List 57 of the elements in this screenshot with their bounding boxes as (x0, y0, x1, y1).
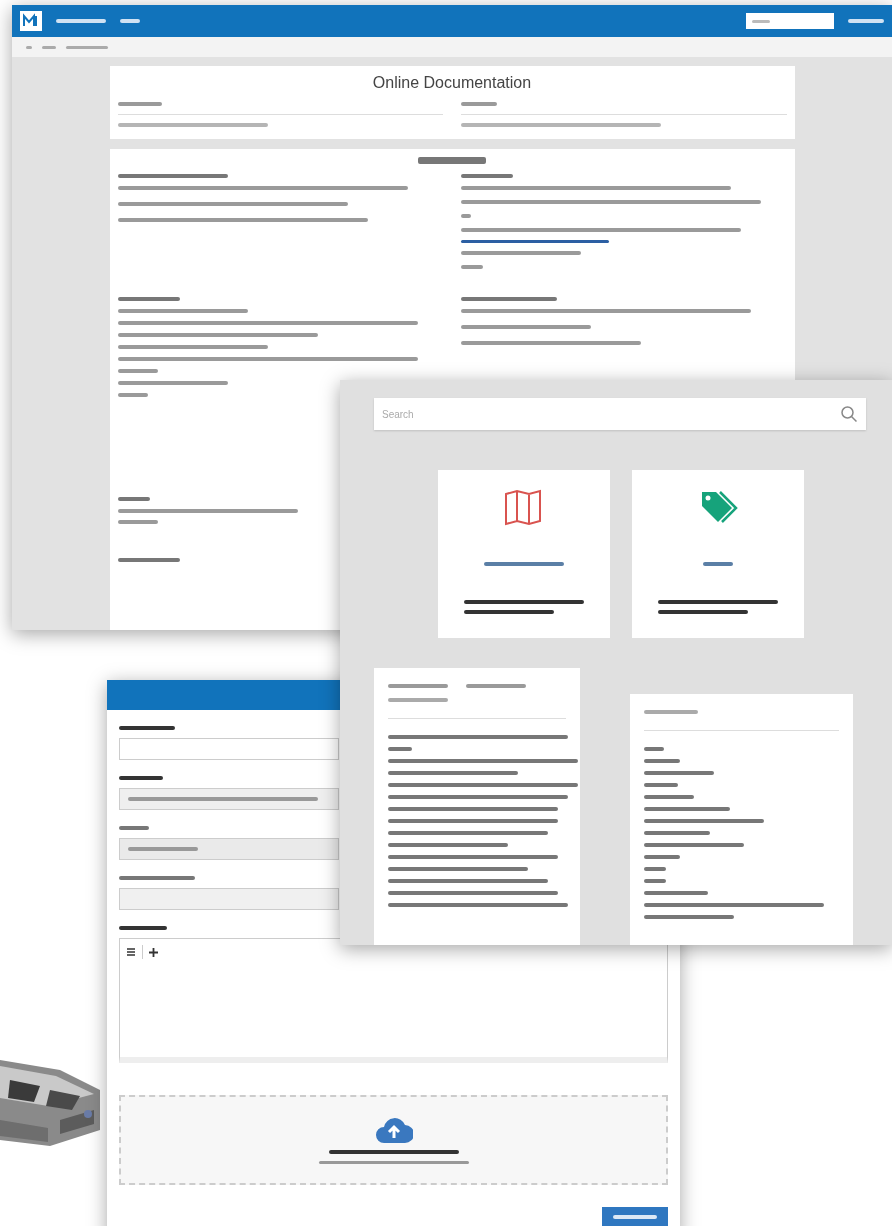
blurred-text (117, 102, 162, 106)
category-card[interactable] (632, 470, 804, 638)
category-card[interactable] (438, 470, 610, 638)
blurred-text (418, 157, 486, 164)
blurred-text (66, 45, 108, 49)
blurred-text (644, 771, 714, 775)
search-field[interactable] (746, 13, 834, 29)
blurred-text (644, 747, 664, 751)
blurred-text (613, 1215, 657, 1219)
blurred-text (56, 19, 106, 23)
blurred-text (848, 19, 884, 23)
blurred-text (42, 45, 56, 49)
blurred-text (117, 297, 180, 301)
blurred-text (644, 879, 666, 883)
blurred-text (644, 831, 710, 835)
blurred-text (117, 393, 148, 397)
blurred-text (119, 776, 163, 780)
blurred-text (120, 19, 140, 23)
cloud-upload-icon (374, 1116, 413, 1143)
blurred-text (644, 795, 694, 799)
blurred-text (128, 847, 198, 851)
blurred-text (461, 214, 471, 218)
page-title: Online Documentation (371, 74, 533, 92)
search-icon (840, 405, 858, 423)
drop-zone[interactable] (119, 1095, 668, 1185)
blurred-text (703, 562, 733, 566)
blurred-text (466, 684, 526, 688)
input-field[interactable] (119, 788, 339, 810)
blurred-text (461, 174, 513, 178)
blurred-text (117, 520, 158, 524)
blurred-text (388, 747, 412, 751)
blurred-text (117, 558, 180, 562)
save-button[interactable] (602, 1207, 668, 1226)
blurred-text (119, 826, 149, 830)
logo-icon (20, 11, 42, 31)
plus-icon[interactable] (149, 947, 158, 957)
blurred-text (644, 891, 708, 895)
blurred-text (644, 783, 678, 787)
blurred-text (388, 698, 448, 702)
blurred-text (461, 265, 483, 269)
list-icon[interactable] (126, 948, 136, 956)
blurred-text (26, 45, 32, 49)
blurred-text (388, 684, 448, 688)
blurred-text (752, 19, 770, 23)
dropdown[interactable] (119, 838, 339, 860)
blurred-text (117, 497, 150, 501)
blurred-text (119, 926, 167, 930)
input-field[interactable] (119, 738, 339, 760)
blurred-text (461, 102, 497, 106)
blurred-text (644, 759, 680, 763)
blurred-text (117, 369, 158, 373)
blurred-text (644, 855, 680, 859)
blurred-text (644, 867, 666, 871)
blurred-text (644, 710, 698, 714)
blurred-text (119, 726, 175, 730)
input-field[interactable] (119, 888, 339, 910)
search-field[interactable]: Search (374, 398, 866, 430)
